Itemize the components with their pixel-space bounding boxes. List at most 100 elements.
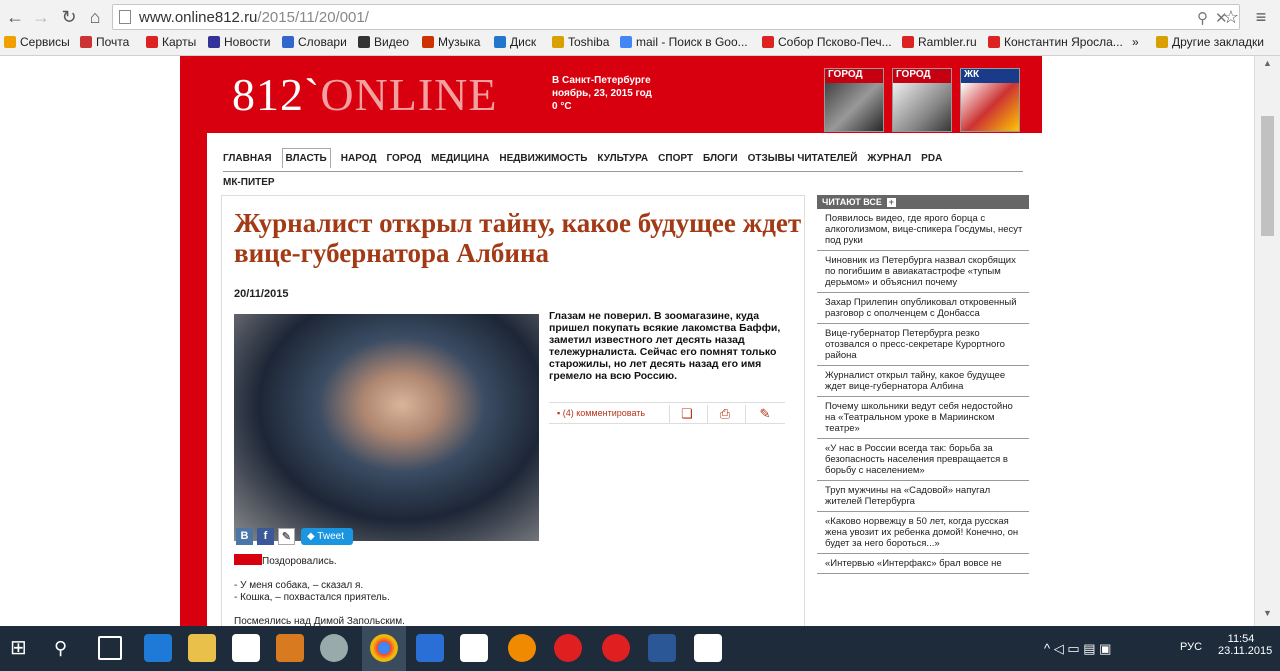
menu-item-mk-piter[interactable]: МК-ПИТЕР	[223, 177, 275, 188]
sidebar-item[interactable]: Появилось видео, где ярого борца с алког…	[817, 209, 1029, 251]
bookmarks-overflow[interactable]: »	[1132, 35, 1139, 49]
menu-item-sport[interactable]: СПОРТ	[658, 153, 693, 164]
edit-icon[interactable]: ✎	[757, 406, 773, 421]
bookmark-label: Словари	[298, 35, 347, 49]
menu-item-vlast[interactable]: ВЛАСТЬ	[281, 148, 331, 168]
sidebar-item[interactable]: Вице-губернатор Петербурга резко отозвал…	[817, 324, 1029, 366]
yandex-browser-icon[interactable]	[460, 634, 488, 662]
sidebar-item[interactable]: Чиновник из Петербурга назвал скорбящих …	[817, 251, 1029, 293]
livejournal-icon[interactable]: ✎	[278, 528, 295, 545]
address-bar[interactable]: www.online812.ru/2015/11/20/001/ ⚲ ✕ ☆	[112, 4, 1240, 30]
magazine-title: ГОРОД	[825, 69, 883, 83]
menu-item-gorod[interactable]: ГОРОД	[387, 153, 422, 164]
bookmark-music[interactable]: Музыка	[422, 35, 480, 49]
article-body: Поздоровались. - У меня собака, – сказал…	[234, 554, 774, 626]
magazine-cover-2[interactable]: ГОРОД	[892, 68, 952, 132]
site-logo[interactable]: 812`ONLINE	[232, 68, 498, 121]
menu-item-realty[interactable]: НЕДВИЖИМОСТЬ	[499, 153, 587, 164]
clock-date: 23.11.2015	[1218, 645, 1273, 657]
sidebar-item[interactable]: «Каково норвежцу в 50 лет, когда русская…	[817, 512, 1029, 554]
sidebar-item[interactable]: Захар Прилепин опубликовал откровенный р…	[817, 293, 1029, 324]
scroll-down-icon[interactable]: ▼	[1263, 608, 1272, 618]
paragraph: - Кошка, – похвастался приятель.	[234, 592, 390, 603]
bookmark-konstantin[interactable]: Константин Яросла...	[988, 35, 1123, 49]
scroll-up-icon[interactable]: ▲	[1263, 58, 1272, 68]
reload-icon[interactable]: ↻	[58, 6, 80, 28]
bookmark-label: Сервисы	[20, 35, 70, 49]
clock[interactable]: 11:54 23.11.2015	[1218, 633, 1273, 657]
sidebar-header: ЧИТАЮТ ВСЕ +	[817, 195, 1029, 209]
map-pin-icon	[146, 36, 158, 48]
bookmark-label: Toshiba	[568, 35, 610, 49]
comments-link[interactable]: ▪ (4) комментировать	[557, 408, 645, 418]
bookmark-google-mail[interactable]: mail - Поиск в Goo...	[620, 35, 748, 49]
magazine-image	[961, 83, 1019, 131]
tweet-button[interactable]: ◆ Tweet	[301, 528, 353, 545]
bookmark-news[interactable]: Новости	[208, 35, 270, 49]
page-scrollbar[interactable]: ▲ ▼	[1254, 56, 1280, 626]
word-icon[interactable]	[648, 634, 676, 662]
bookmark-maps[interactable]: Карты	[146, 35, 196, 49]
article-lead: Глазам не поверил. В зоомагазине, куда п…	[549, 310, 781, 382]
bookmark-mail[interactable]: Почта	[80, 35, 129, 49]
apps-icon	[4, 36, 16, 48]
print-icon[interactable]: ⎙	[717, 406, 733, 421]
sidebar-item[interactable]: «Интервью «Интерфакс» брал вовсе не	[817, 554, 1029, 574]
content-area: ГЛАВНАЯ ВЛАСТЬ НАРОД ГОРОД МЕДИЦИНА НЕДВИЖИМО…	[207, 133, 1042, 626]
magazine-cover-1[interactable]: ГОРОД	[824, 68, 884, 132]
bookmark-label: Карты	[162, 35, 197, 49]
bookmark-apps[interactable]: Сервисы	[4, 35, 70, 49]
sidebar-item[interactable]: «У нас в России всегда так: борьба за бе…	[817, 439, 1029, 481]
bookmark-toshiba[interactable]: Toshiba	[552, 35, 609, 49]
books-icon[interactable]: ❏	[679, 406, 695, 421]
menu-item-narod[interactable]: НАРОД	[341, 153, 377, 164]
forward-arrow-icon[interactable]: →	[30, 6, 52, 28]
menu-icon[interactable]: ≡	[1250, 6, 1272, 28]
file-explorer-icon[interactable]	[188, 634, 216, 662]
sidebar-item[interactable]: Журналист открыл тайну, какое будущее жд…	[817, 366, 1029, 397]
menu-item-blogs[interactable]: БЛОГИ	[703, 153, 738, 164]
photos-icon[interactable]	[694, 634, 722, 662]
menu-item-pda[interactable]: PDA	[921, 153, 942, 164]
bookmark-label: Музыка	[438, 35, 481, 49]
menu-item-journal[interactable]: ЖУРНАЛ	[867, 153, 911, 164]
other-bookmarks[interactable]: Другие закладки	[1156, 35, 1264, 49]
bookmark-disk[interactable]: Диск	[494, 35, 536, 49]
windows-start-icon[interactable]: ⊞	[10, 636, 34, 660]
bookmark-rambler[interactable]: Rambler.ru	[902, 35, 977, 49]
opera-icon[interactable]	[554, 634, 582, 662]
edge-icon[interactable]	[144, 634, 172, 662]
chrome-icon[interactable]	[370, 634, 398, 662]
app-circle-icon[interactable]	[320, 634, 348, 662]
sidebar-item[interactable]: Почему школьники ведут себя недостойно н…	[817, 397, 1029, 439]
menu-item-home[interactable]: ГЛАВНАЯ	[223, 153, 272, 164]
task-view-icon[interactable]	[98, 636, 122, 660]
scroll-thumb[interactable]	[1261, 116, 1274, 236]
back-arrow-icon[interactable]: ←	[4, 6, 26, 28]
mail-app-icon[interactable]	[416, 634, 444, 662]
vk-icon[interactable]: B	[236, 528, 253, 545]
yandex-icon	[988, 36, 1000, 48]
ok-icon[interactable]	[508, 634, 536, 662]
magazine-cover-3[interactable]: ЖК	[960, 68, 1020, 132]
bookmark-video[interactable]: Видео	[358, 35, 409, 49]
bookmark-star-icon[interactable]: ☆	[1220, 6, 1242, 28]
menu-item-medicine[interactable]: МЕДИЦИНА	[431, 153, 489, 164]
language-indicator[interactable]: РУС	[1180, 641, 1202, 653]
menu-item-reviews[interactable]: ОТЗЫВЫ ЧИТАТЕЛЕЙ	[748, 153, 858, 164]
bookmark-sobor[interactable]: Собор Псково-Печ...	[762, 35, 892, 49]
media-player-icon[interactable]	[276, 634, 304, 662]
zoom-icon[interactable]: ⚲	[1197, 9, 1208, 27]
bookmark-dictionaries[interactable]: Словари	[282, 35, 347, 49]
url-path: /2015/11/20/001/	[257, 9, 369, 26]
browser-chrome: ← → ↻ ⌂ www.online812.ru/2015/11/20/001/…	[0, 0, 1280, 56]
home-icon[interactable]: ⌂	[84, 6, 106, 28]
store-icon[interactable]	[232, 634, 260, 662]
yandex-icon[interactable]	[602, 634, 630, 662]
tray-icons[interactable]: ^ ◁ ▭ ▤ ▣	[1044, 641, 1111, 657]
search-icon[interactable]: ⚲	[54, 636, 78, 660]
plus-icon[interactable]: +	[886, 198, 896, 207]
menu-item-culture[interactable]: КУЛЬТУРА	[597, 153, 648, 164]
sidebar-item[interactable]: Труп мужчины на «Садовой» напугал жителе…	[817, 481, 1029, 512]
facebook-icon[interactable]: f	[257, 528, 274, 545]
